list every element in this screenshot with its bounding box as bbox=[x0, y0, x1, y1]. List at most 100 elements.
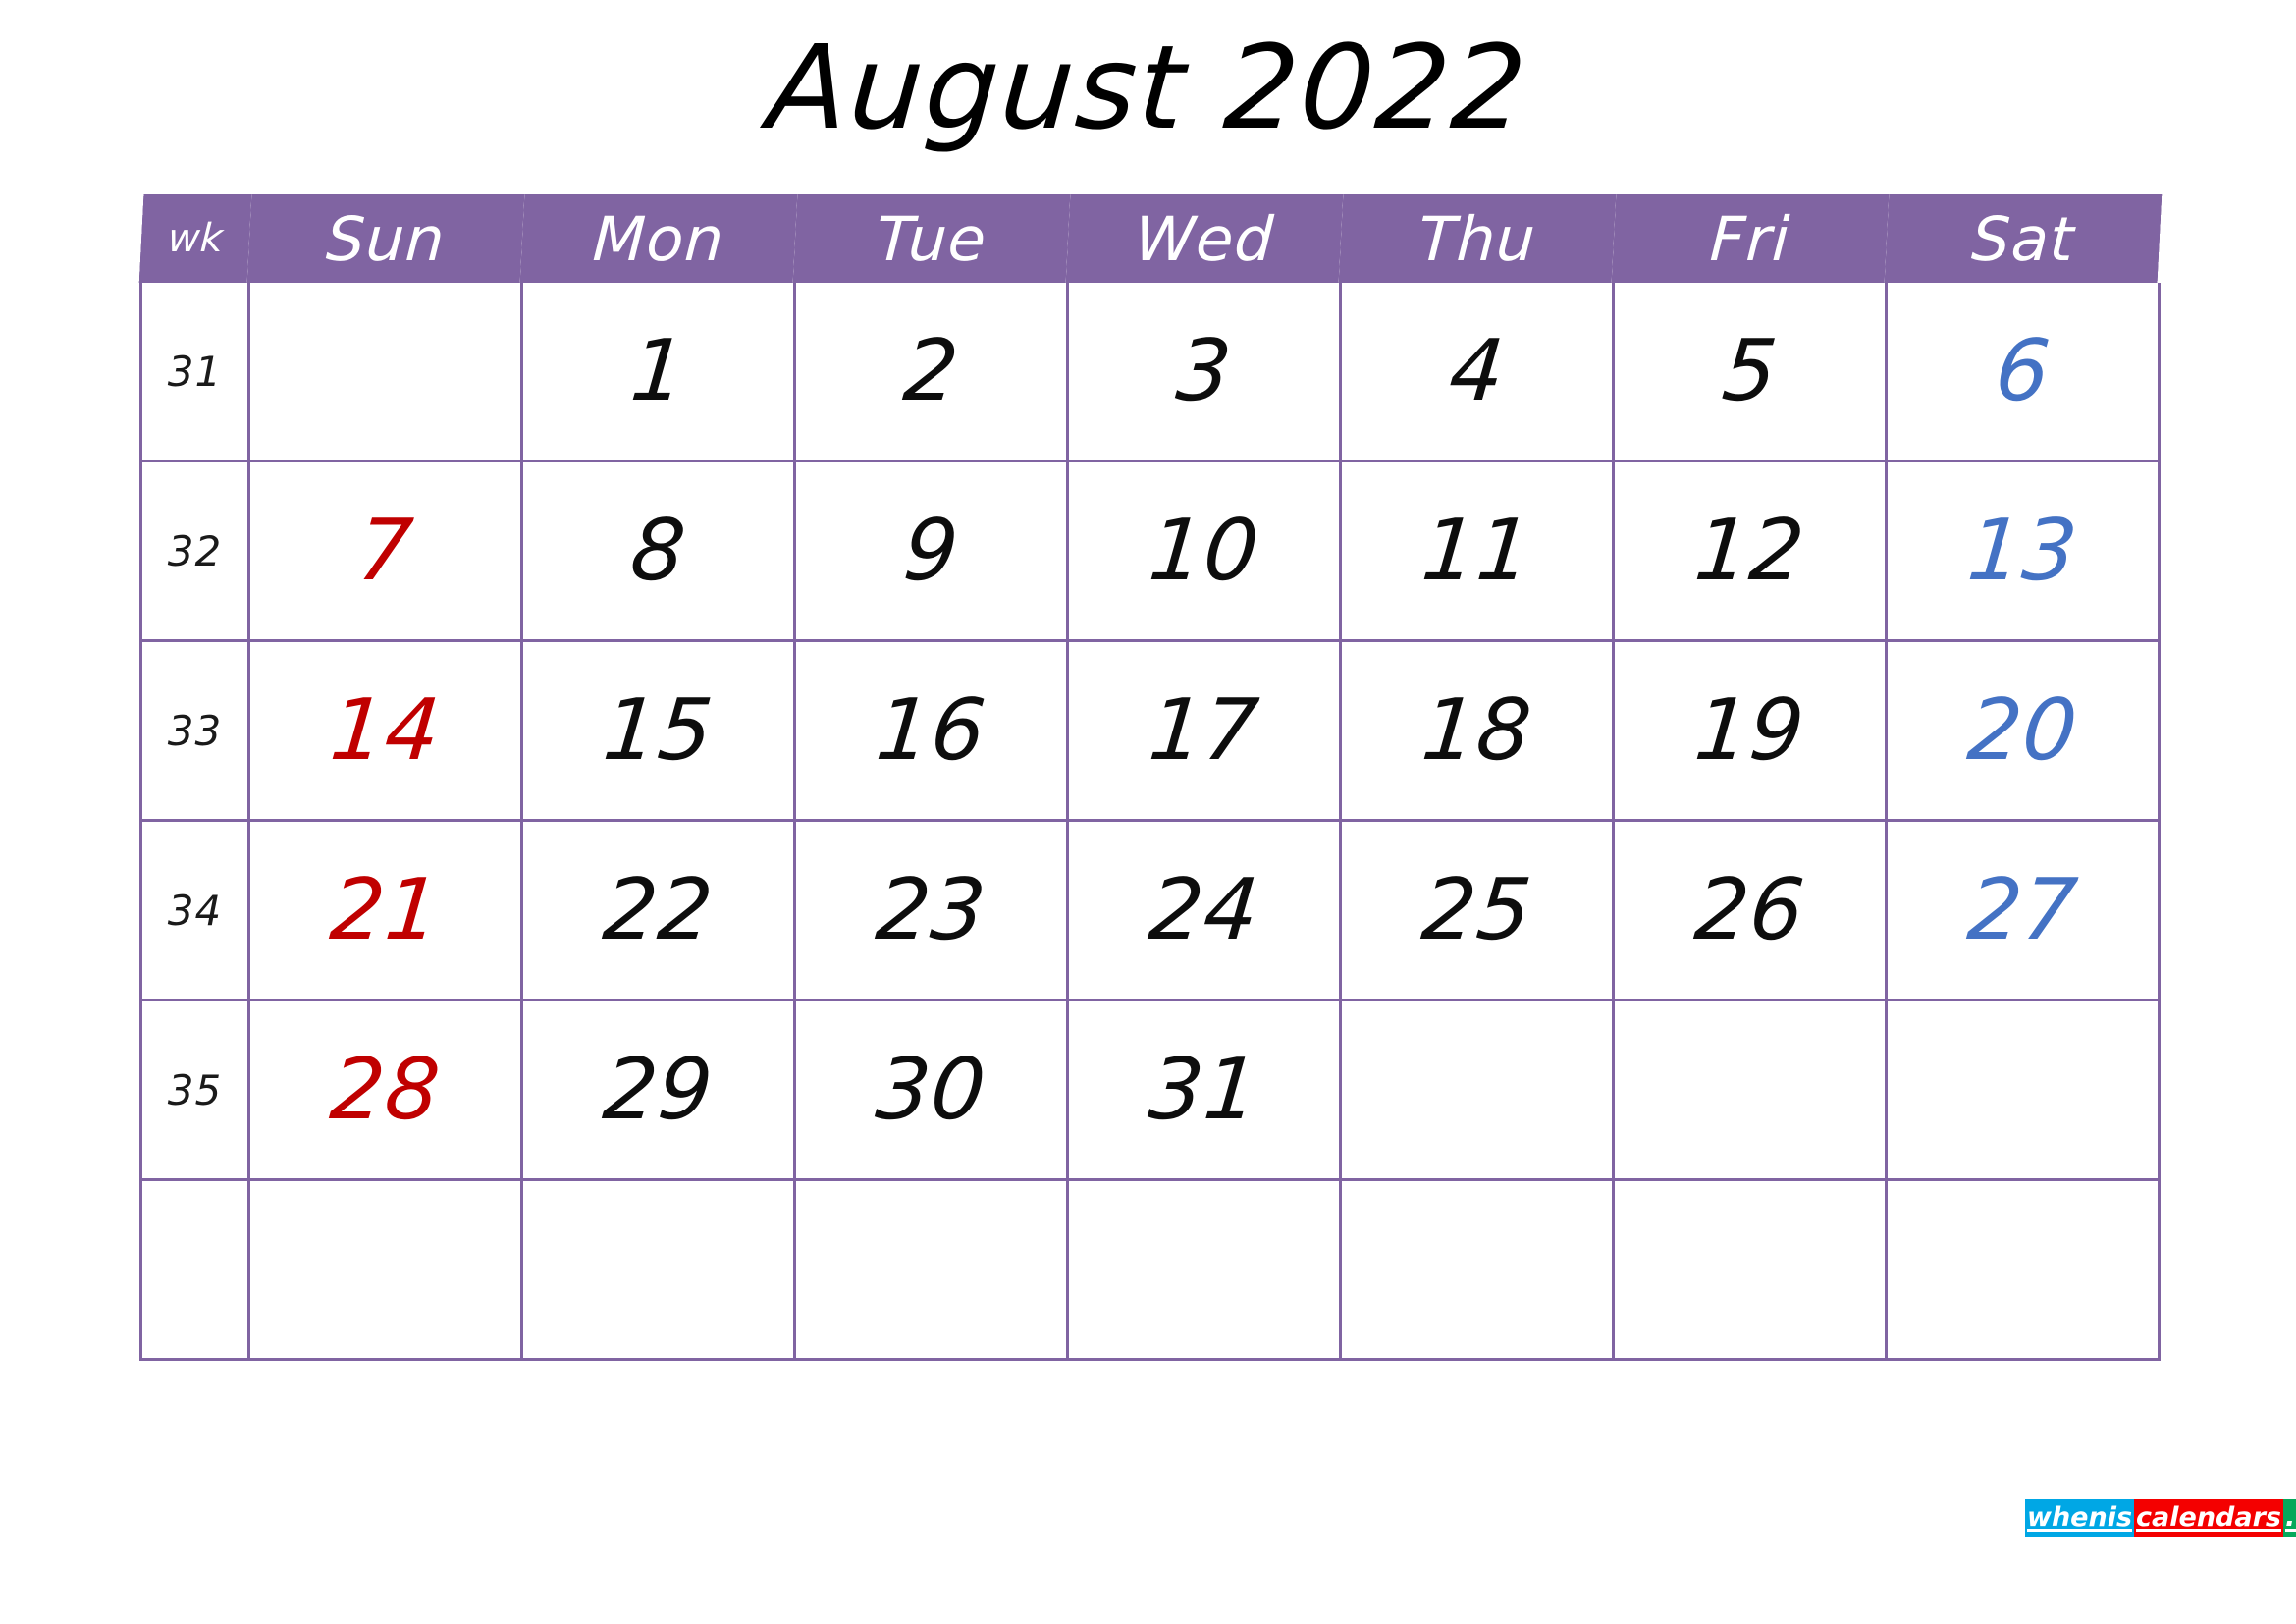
day-cell[interactable]: 25 bbox=[1339, 819, 1615, 1001]
day-cell[interactable] bbox=[793, 1178, 1069, 1361]
day-cell[interactable]: 12 bbox=[1612, 460, 1888, 642]
day-cell[interactable]: 17 bbox=[1066, 639, 1342, 822]
day-cell[interactable] bbox=[520, 1178, 796, 1361]
day-cell[interactable]: 8 bbox=[520, 460, 796, 642]
site-logo[interactable]: wheniscalendars.com bbox=[2025, 1499, 2296, 1537]
day-number: 16 bbox=[872, 681, 990, 780]
day-cell[interactable] bbox=[1885, 999, 2161, 1181]
day-cell[interactable] bbox=[1066, 1178, 1342, 1361]
day-cell[interactable] bbox=[1612, 999, 1888, 1181]
calendar-header: wk Sun Mon Tue Wed Thu Fri Sat bbox=[138, 194, 2162, 283]
day-number: 14 bbox=[326, 681, 445, 780]
calendar-week-row: 33 14 15 16 17 18 19 20 bbox=[139, 639, 2161, 822]
day-cell[interactable]: 31 bbox=[1066, 999, 1342, 1181]
week-number-cell: 33 bbox=[139, 639, 250, 822]
day-number: 27 bbox=[1963, 861, 2082, 959]
day-number: 21 bbox=[326, 861, 445, 959]
day-cell[interactable] bbox=[247, 283, 523, 462]
calendar-week-row: 32 7 8 9 10 11 12 13 bbox=[139, 460, 2161, 642]
day-cell[interactable]: 24 bbox=[1066, 819, 1342, 1001]
calendar-grid: wk Sun Mon Tue Wed Thu Fri Sat 31 1 2 3 4 5 6 3… bbox=[138, 194, 2162, 1361]
day-cell[interactable]: 20 bbox=[1885, 639, 2161, 822]
day-number: 24 bbox=[1145, 861, 1263, 959]
day-cell[interactable] bbox=[1885, 1178, 2161, 1361]
day-cell[interactable] bbox=[1339, 1178, 1615, 1361]
day-number: 3 bbox=[1172, 322, 1236, 420]
day-cell[interactable]: 11 bbox=[1339, 460, 1615, 642]
day-cell[interactable] bbox=[1612, 1178, 1888, 1361]
header-day-wed: Wed bbox=[1065, 194, 1343, 283]
day-number: 23 bbox=[872, 861, 990, 959]
header-day-thu: Thu bbox=[1338, 194, 1616, 283]
day-cell[interactable]: 5 bbox=[1612, 283, 1888, 462]
day-number: 8 bbox=[626, 502, 690, 600]
day-cell[interactable]: 16 bbox=[793, 639, 1069, 822]
day-number: 2 bbox=[899, 322, 963, 420]
day-number: 17 bbox=[1145, 681, 1263, 780]
day-cell[interactable]: 6 bbox=[1885, 283, 2161, 462]
day-cell[interactable]: 3 bbox=[1066, 283, 1342, 462]
day-cell[interactable] bbox=[247, 1178, 523, 1361]
calendar-week-row: 34 21 22 23 24 25 26 27 bbox=[139, 819, 2161, 1001]
calendar-week-row bbox=[139, 1178, 2161, 1361]
header-day-sat: Sat bbox=[1884, 194, 2162, 283]
day-cell[interactable]: 10 bbox=[1066, 460, 1342, 642]
week-number-cell: 34 bbox=[139, 819, 250, 1001]
header-day-fri: Fri bbox=[1611, 194, 1889, 283]
site-logo-part-3: .com bbox=[2282, 1499, 2296, 1537]
day-number: 20 bbox=[1963, 681, 2082, 780]
day-cell[interactable]: 21 bbox=[247, 819, 523, 1001]
day-number: 13 bbox=[1963, 502, 2082, 600]
calendar-week-row: 35 28 29 30 31 bbox=[139, 999, 2161, 1181]
week-number-cell: 32 bbox=[139, 460, 250, 642]
day-cell[interactable] bbox=[1339, 999, 1615, 1181]
weekday-header-row: wk Sun Mon Tue Wed Thu Fri Sat bbox=[138, 194, 2162, 283]
day-number: 18 bbox=[1417, 681, 1536, 780]
day-number: 10 bbox=[1145, 502, 1263, 600]
day-number: 15 bbox=[599, 681, 718, 780]
day-number: 30 bbox=[872, 1041, 990, 1139]
day-number: 1 bbox=[626, 322, 690, 420]
day-cell[interactable]: 13 bbox=[1885, 460, 2161, 642]
day-number: 6 bbox=[1991, 322, 2055, 420]
day-cell[interactable]: 22 bbox=[520, 819, 796, 1001]
day-cell[interactable]: 29 bbox=[520, 999, 796, 1181]
header-day-tue: Tue bbox=[792, 194, 1070, 283]
page-title: August 2022 bbox=[764, 20, 1532, 155]
day-cell[interactable]: 19 bbox=[1612, 639, 1888, 822]
site-logo-part-1: whenis bbox=[2025, 1499, 2135, 1537]
day-number: 11 bbox=[1417, 502, 1536, 600]
day-cell[interactable]: 9 bbox=[793, 460, 1069, 642]
week-number-cell: 31 bbox=[139, 283, 250, 462]
day-cell[interactable]: 23 bbox=[793, 819, 1069, 1001]
day-number: 22 bbox=[599, 861, 718, 959]
day-number: 7 bbox=[353, 502, 417, 600]
day-number: 25 bbox=[1417, 861, 1536, 959]
site-logo-part-2: calendars bbox=[2134, 1499, 2283, 1537]
day-cell[interactable]: 4 bbox=[1339, 283, 1615, 462]
day-cell[interactable]: 1 bbox=[520, 283, 796, 462]
day-cell[interactable]: 14 bbox=[247, 639, 523, 822]
day-number: 9 bbox=[899, 502, 963, 600]
day-number: 31 bbox=[1145, 1041, 1263, 1139]
day-cell[interactable]: 26 bbox=[1612, 819, 1888, 1001]
week-number-cell bbox=[139, 1178, 250, 1361]
day-cell[interactable]: 28 bbox=[247, 999, 523, 1181]
day-cell[interactable]: 18 bbox=[1339, 639, 1615, 822]
day-number: 26 bbox=[1690, 861, 1809, 959]
header-day-sun: Sun bbox=[246, 194, 524, 283]
header-week-number: wk bbox=[138, 194, 251, 283]
day-number: 12 bbox=[1690, 502, 1809, 600]
day-number: 29 bbox=[599, 1041, 718, 1139]
week-number-cell: 35 bbox=[139, 999, 250, 1181]
calendar-body: 31 1 2 3 4 5 6 32 7 8 9 10 11 12 13 33 14 15 16 17 18 19 20 34 2… bbox=[139, 283, 2161, 1361]
day-cell[interactable]: 30 bbox=[793, 999, 1069, 1181]
day-number: 5 bbox=[1718, 322, 1782, 420]
day-cell[interactable]: 7 bbox=[247, 460, 523, 642]
day-cell[interactable]: 15 bbox=[520, 639, 796, 822]
day-number: 19 bbox=[1690, 681, 1809, 780]
header-day-mon: Mon bbox=[519, 194, 797, 283]
calendar-week-row: 31 1 2 3 4 5 6 bbox=[139, 283, 2161, 462]
day-cell[interactable]: 2 bbox=[793, 283, 1069, 462]
day-cell[interactable]: 27 bbox=[1885, 819, 2161, 1001]
